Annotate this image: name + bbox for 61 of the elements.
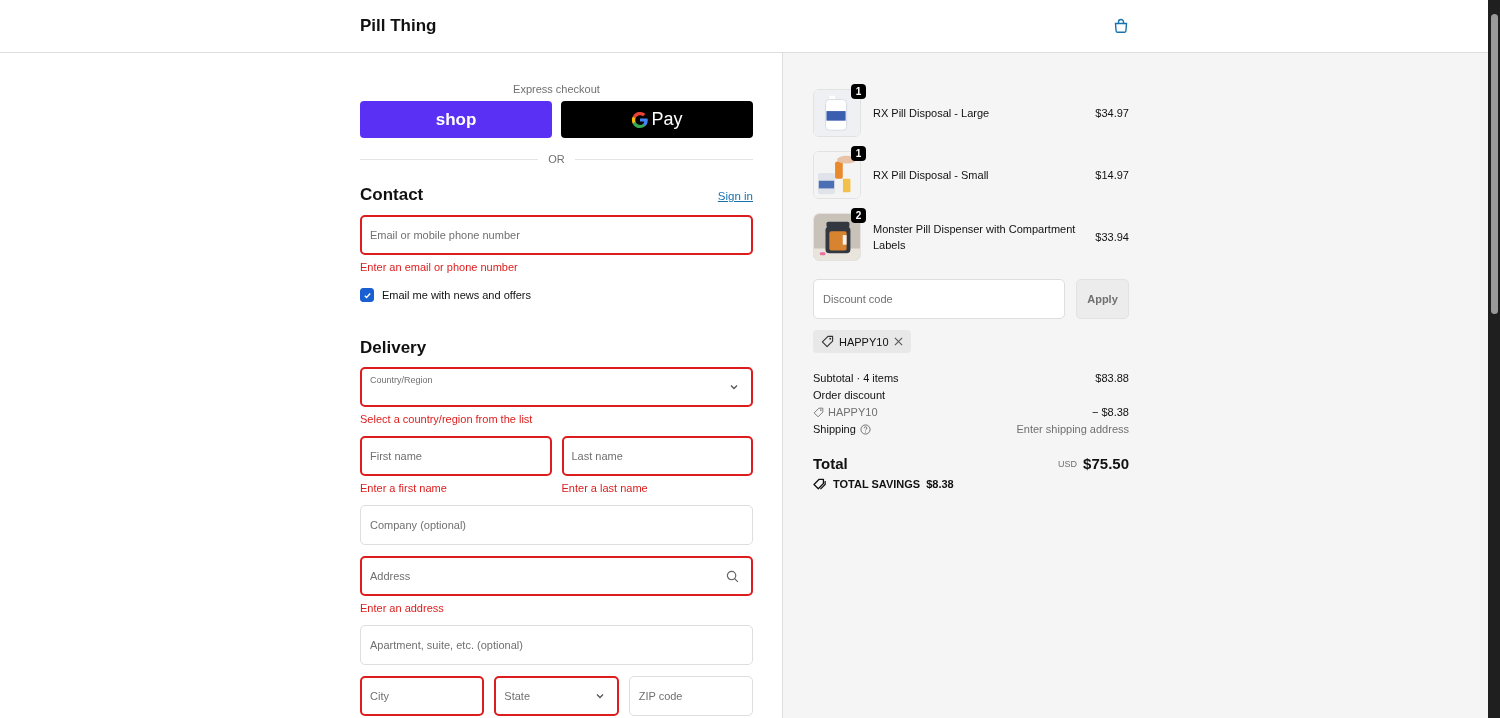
or-divider-label: OR	[548, 153, 565, 165]
input-field[interactable]: City	[360, 676, 485, 716]
product-price: $14.97	[1095, 169, 1129, 181]
select-field[interactable]: State	[494, 676, 619, 716]
currency-code: USD	[1058, 458, 1078, 469]
input-field[interactable]: First name	[360, 436, 552, 476]
google-pay-button[interactable]: Pay	[561, 101, 753, 138]
store-name[interactable]: Pill Thing	[360, 16, 437, 36]
quantity-badge: 1	[851, 146, 866, 161]
select-field[interactable]: Country/Region	[360, 367, 753, 407]
tag-icon	[821, 335, 834, 348]
quantity-badge: 2	[851, 208, 866, 223]
error-message: Enter an address	[360, 602, 445, 614]
shop-pay-button[interactable]: shop	[360, 101, 552, 138]
chevron-down-icon	[594, 691, 605, 701]
search-icon	[726, 569, 739, 583]
total-savings-label: TOTAL SAVINGS	[833, 478, 921, 490]
check-icon	[362, 290, 372, 300]
product-price: $33.94	[1095, 231, 1129, 243]
checkbox[interactable]	[360, 288, 374, 302]
product-price: $34.97	[1095, 107, 1129, 119]
discount-tag: HAPPY10	[813, 330, 911, 353]
shipping-label: Shipping	[813, 423, 856, 435]
total-value: $75.50	[1083, 455, 1129, 472]
express-checkout-label: Express checkout	[512, 83, 601, 95]
input-field[interactable]: ZIP code	[628, 676, 753, 716]
error-message: Enter a first name	[360, 482, 448, 494]
total-label: Total	[813, 455, 848, 472]
delivery-heading: Delivery	[360, 338, 427, 358]
subtotal-value: $83.88	[1095, 372, 1129, 384]
error-message: Select a country/region from the list	[360, 413, 534, 425]
scrollbar[interactable]	[1488, 0, 1500, 718]
input-field[interactable]: Company (optional)	[360, 505, 753, 545]
shipping-value: Enter shipping address	[1016, 423, 1129, 435]
contact-heading: Contact	[360, 185, 424, 205]
sign-in-link[interactable]: Sign in	[717, 190, 753, 202]
close-icon[interactable]	[893, 337, 903, 346]
discount-value: − $8.38	[1092, 406, 1129, 418]
input-field[interactable]: Email or mobile phone number	[360, 215, 753, 255]
product-name: RX Pill Disposal - Small	[873, 168, 990, 183]
product-name: Monster Pill Dispenser with Compartment Labels	[873, 222, 1077, 253]
error-message: Enter an email or phone number	[360, 261, 519, 273]
checkbox-label: Email me with news and offers	[382, 289, 531, 301]
error-message: Enter a last name	[561, 482, 649, 494]
input-field[interactable]: Apartment, suite, etc. (optional)	[360, 625, 753, 665]
tag-icon	[813, 406, 824, 418]
tags-icon	[813, 478, 827, 490]
order-discount-label: Order discount	[813, 389, 886, 401]
product-name: RX Pill Disposal - Large	[873, 106, 991, 121]
input-field[interactable]: Last name	[561, 436, 753, 476]
input-field[interactable]: Address	[360, 556, 753, 596]
quantity-badge: 1	[851, 84, 866, 99]
subtotal-label: Subtotal · 4 items	[813, 372, 899, 384]
shopping-bag-icon[interactable]	[1113, 18, 1129, 34]
discount-code: HAPPY10	[828, 406, 878, 418]
help-icon[interactable]	[859, 423, 871, 435]
apply-button[interactable]: Apply	[1076, 279, 1129, 319]
google-logo-icon	[631, 110, 650, 129]
discount-code-field[interactable]: Discount code	[813, 279, 1065, 319]
total-savings-value: $8.38	[926, 478, 954, 490]
chevron-down-icon	[729, 382, 739, 392]
